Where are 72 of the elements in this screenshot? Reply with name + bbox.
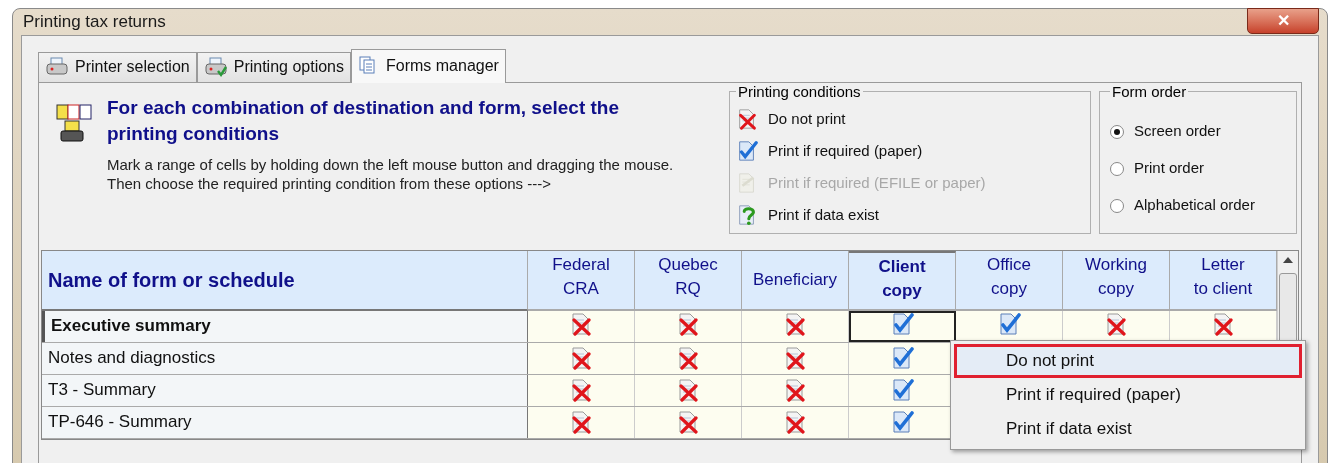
group-title: Form order: [1111, 81, 1188, 102]
do-not-print-icon: [1211, 311, 1235, 336]
group-title: Printing conditions: [737, 81, 862, 102]
checkmark-icon: [997, 311, 1021, 336]
do-not-print-icon: [569, 346, 593, 370]
column-header[interactable]: Client copy: [849, 250, 956, 311]
do-not-print-icon: [783, 346, 807, 370]
condition-label: Do not print: [768, 108, 846, 129]
do-not-print-icon: [783, 378, 807, 402]
condition-cell[interactable]: [635, 310, 742, 342]
condition-cell[interactable]: [528, 406, 635, 438]
do-not-print-icon: [676, 378, 700, 402]
menu-item[interactable]: Print if required (paper): [954, 377, 1302, 412]
radio-button[interactable]: [1110, 124, 1124, 139]
do-not-print-icon: [676, 346, 700, 370]
radio-button[interactable]: [1110, 161, 1124, 176]
column-header[interactable]: Letter to client: [1170, 250, 1277, 311]
form-name-cell[interactable]: Notes and diagnostics: [42, 342, 528, 374]
do-not-print-icon: [569, 410, 593, 434]
printer-icon: [203, 56, 228, 78]
condition-cell[interactable]: [635, 342, 742, 374]
condition-cell[interactable]: [635, 406, 742, 438]
printer-icon: [45, 56, 69, 78]
condition-cell[interactable]: [849, 310, 956, 342]
radio-label: Screen order: [1134, 121, 1221, 142]
column-header[interactable]: Federal CRA: [528, 250, 635, 311]
do-not-print-icon: [736, 108, 758, 130]
form-name-cell[interactable]: Executive summary: [42, 310, 528, 342]
radio-label: Alphabetical order: [1134, 195, 1255, 216]
question-mark-icon: [736, 204, 758, 226]
do-not-print-icon: [783, 311, 807, 336]
condition-label: Print if required (paper): [768, 140, 923, 161]
column-header[interactable]: Name of form or schedule: [42, 250, 528, 311]
condition-label: Print if data exist: [768, 204, 879, 225]
column-header[interactable]: Working copy: [1063, 250, 1170, 311]
column-header[interactable]: Office copy: [956, 250, 1063, 311]
do-not-print-icon: [569, 378, 593, 402]
do-not-print-icon: [676, 311, 700, 336]
tab[interactable]: Forms manager: [351, 48, 506, 83]
checkmark-icon: [736, 140, 758, 162]
form-name-cell[interactable]: T3 - Summary: [42, 374, 528, 406]
instructions-heading: For each combination of destination and form, select the printing conditions: [107, 95, 620, 146]
condition-cell[interactable]: [742, 342, 849, 374]
condition-cell[interactable]: [635, 374, 742, 406]
form-name-cell[interactable]: TP-646 - Summary: [42, 406, 528, 438]
do-not-print-icon: [676, 410, 700, 434]
window-title: Printing tax returns: [23, 11, 166, 33]
checkmark-icon: [890, 410, 914, 434]
checkmark-icon: [890, 346, 914, 370]
do-not-print-icon: [569, 311, 593, 336]
checkmark-icon: [890, 311, 914, 336]
condition-cell[interactable]: [528, 374, 635, 406]
condition-label: Print if required (EFILE or paper): [768, 172, 986, 193]
radio-label: Print order: [1134, 158, 1205, 179]
condition-cell[interactable]: [742, 310, 849, 342]
radio-button[interactable]: [1110, 198, 1124, 213]
scroll-up-arrow-icon: [1283, 256, 1293, 263]
instructions-text: Mark a range of cells by holding down the left mouse button and dragging the mouse. Then choose the required printing condition from these options --->: [107, 154, 675, 193]
tab[interactable]: Printing options: [196, 51, 351, 82]
do-not-print-icon: [1104, 311, 1128, 336]
condition-cell[interactable]: [742, 406, 849, 438]
menu-item[interactable]: Print if data exist: [954, 411, 1302, 446]
column-header[interactable]: Quebec RQ: [635, 250, 742, 311]
column-header[interactable]: Beneficiary: [742, 250, 849, 311]
tab[interactable]: Printer selection: [38, 51, 197, 82]
do-not-print-icon: [783, 410, 807, 434]
forms-printer-icon: [55, 102, 95, 145]
condition-cell[interactable]: [528, 310, 635, 342]
condition-cell[interactable]: [742, 374, 849, 406]
checkmark-icon: [890, 378, 914, 402]
condition-cell[interactable]: [528, 342, 635, 374]
menu-item[interactable]: Do not print: [954, 343, 1302, 378]
